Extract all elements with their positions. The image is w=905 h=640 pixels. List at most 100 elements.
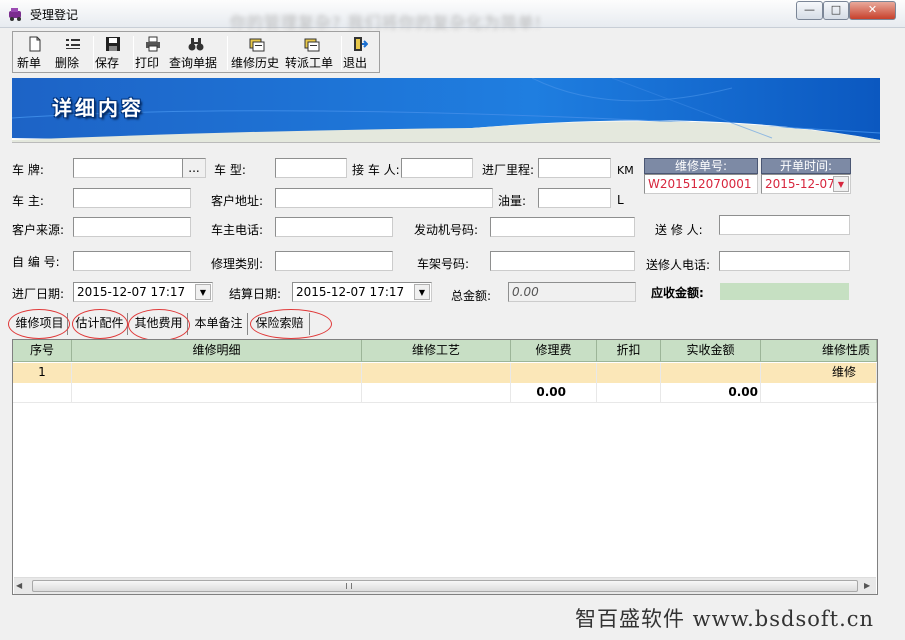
owner-phone-input[interactable] [275, 217, 393, 237]
enter-date-select[interactable]: 2015-12-07 17:17 ▼ [73, 282, 213, 302]
background-slogan: 你的管理复杂? 我们将你的复杂化为简单! [230, 13, 542, 32]
chevron-down-icon[interactable]: ▼ [414, 284, 430, 300]
table-cell[interactable] [597, 363, 661, 383]
watermark: 智百盛软件 www.bsdsoft.cn [575, 607, 875, 631]
toolbar-separator [227, 36, 228, 70]
toolbar-label: 维修历史 [231, 56, 280, 70]
transfer-order-button[interactable]: 转派工单 [285, 34, 339, 70]
save-disk-icon [106, 37, 120, 51]
repair-items-table: 序号 维修明细 维修工艺 修理费 折扣 实收金额 维修性质 1 维修 0.00 … [12, 339, 878, 595]
sender-phone-label: 送修人电话: [646, 258, 711, 272]
sender-phone-input[interactable] [719, 251, 850, 271]
total-cell [761, 383, 877, 403]
chevron-down-icon[interactable]: ▼ [833, 176, 849, 192]
history-icon [249, 38, 265, 52]
source-input[interactable] [73, 217, 191, 237]
table-cell[interactable] [72, 363, 362, 383]
column-header[interactable]: 折扣 [597, 340, 661, 362]
table-cell[interactable] [511, 363, 597, 383]
sender-label: 送 修 人: [655, 223, 703, 237]
window-title: 受理登记 [30, 8, 79, 22]
minimize-button[interactable]: — [796, 1, 823, 20]
scroll-right-icon[interactable]: ▶ [864, 581, 870, 590]
table-cell[interactable]: 维修 [761, 363, 877, 383]
mileage-unit: KM [617, 164, 634, 177]
settle-date-value: 2015-12-07 17:17 [296, 285, 405, 299]
printer-icon [146, 36, 160, 52]
table-cell[interactable] [362, 363, 511, 383]
total-cell: 0.00 [511, 383, 597, 403]
column-header[interactable]: 维修性质 [761, 340, 877, 362]
chevron-down-icon[interactable]: ▼ [195, 284, 211, 300]
receiver-label: 接 车 人: [352, 163, 400, 177]
toolbar-label: 保存 [95, 56, 120, 70]
total-cell [597, 383, 661, 403]
settle-date-select[interactable]: 2015-12-07 17:17 ▼ [292, 282, 432, 302]
thumb-grip-icon [346, 583, 352, 589]
repair-type-input[interactable] [275, 251, 393, 271]
scrollbar-thumb[interactable] [32, 580, 858, 592]
owner-phone-label: 车主电话: [211, 223, 264, 237]
column-header[interactable]: 实收金额 [661, 340, 761, 362]
column-header[interactable]: 维修明细 [72, 340, 362, 362]
receivable-value [720, 283, 849, 300]
owner-input[interactable] [73, 188, 191, 208]
new-document-icon [29, 36, 41, 52]
transfer-icon [304, 38, 320, 52]
toolbar-label: 转派工单 [285, 56, 334, 70]
new-button[interactable]: 新单 [17, 34, 53, 70]
title-bar: 受理登记 你的管理复杂? 我们将你的复杂化为简单! — □ ✕ [0, 0, 905, 32]
tab-other-fees[interactable]: 其他费用 [130, 313, 188, 335]
toolbar-label: 打印 [135, 56, 160, 70]
table-cell[interactable] [661, 363, 761, 383]
toolbar-separator [133, 36, 134, 70]
app-icon [9, 8, 21, 21]
toolbar: 新单 删除 保存 打印 查询单据 维修历史 转派工单 退出 [12, 31, 380, 73]
tab-insurance-claim[interactable]: 保险索赔 [250, 313, 310, 335]
sender-input[interactable] [719, 215, 850, 235]
save-button[interactable]: 保存 [95, 34, 131, 70]
fuel-label: 油量: [498, 194, 527, 208]
order-number-header: 维修单号: [644, 158, 758, 174]
column-header[interactable]: 修理费 [511, 340, 597, 362]
totals-row: 0.00 0.00 [13, 383, 877, 403]
address-input[interactable] [275, 188, 493, 208]
plate-label: 车 牌: [12, 163, 44, 177]
maximize-button[interactable]: □ [823, 1, 849, 20]
code-label: 自 编 号: [12, 255, 60, 269]
total-cell [362, 383, 511, 403]
total-cell: 0.00 [661, 383, 761, 403]
tab-parts-estimate[interactable]: 估计配件 [72, 313, 128, 335]
plate-lookup-button[interactable]: ... [182, 158, 206, 178]
toolbar-label: 退出 [343, 56, 368, 70]
toolbar-label: 查询单据 [169, 56, 218, 70]
horizontal-scrollbar[interactable]: ◀ ▶ [14, 577, 876, 594]
car-type-input[interactable] [275, 158, 347, 178]
tab-repair-items[interactable]: 维修项目 [12, 313, 68, 335]
engine-input[interactable] [490, 217, 635, 237]
query-button[interactable]: 查询单据 [169, 34, 223, 70]
print-button[interactable]: 打印 [135, 34, 171, 70]
fuel-input[interactable] [538, 188, 611, 208]
table-cell: 1 [13, 363, 72, 383]
enter-date-value: 2015-12-07 17:17 [77, 285, 186, 299]
address-label: 客户地址: [211, 194, 264, 208]
open-time-select[interactable]: 2015-12-07 ▼ [761, 174, 851, 194]
column-header[interactable]: 序号 [13, 340, 72, 362]
column-header[interactable]: 维修工艺 [362, 340, 511, 362]
vin-input[interactable] [490, 251, 635, 271]
toolbar-separator [93, 36, 94, 70]
mileage-input[interactable] [538, 158, 611, 178]
total-cell [72, 383, 362, 403]
scroll-left-icon[interactable]: ◀ [16, 581, 22, 590]
repair-history-button[interactable]: 维修历史 [231, 34, 283, 70]
tab-order-notes[interactable]: 本单备注 [190, 313, 248, 335]
delete-button[interactable]: 删除 [55, 34, 91, 70]
code-input[interactable] [73, 251, 191, 271]
close-button[interactable]: ✕ [849, 1, 896, 20]
banner-title: 详细内容 [52, 96, 144, 120]
exit-button[interactable]: 退出 [343, 34, 377, 70]
engine-label: 发动机号码: [414, 223, 479, 237]
table-row[interactable]: 1 维修 [13, 363, 877, 383]
receiver-input[interactable] [401, 158, 473, 178]
